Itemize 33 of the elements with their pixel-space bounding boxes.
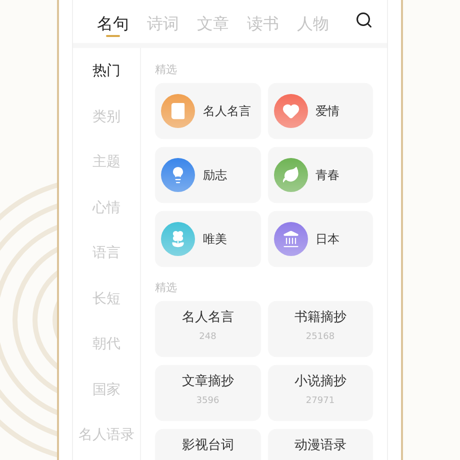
search-icon[interactable] — [355, 11, 373, 29]
category-card[interactable]: 爱情 — [268, 83, 373, 139]
collection-count: 27971 — [306, 395, 335, 407]
collection-card[interactable]: 文章摘抄 3596 — [155, 365, 260, 421]
collection-count: 25168 — [306, 331, 335, 343]
section-title: 精选 — [155, 63, 178, 77]
collection-title: 名人名言 — [182, 310, 234, 326]
collection-card[interactable]: 书籍摘抄 25168 — [268, 301, 373, 357]
category-label: 青春 — [316, 167, 340, 184]
category-label: 唯美 — [203, 231, 227, 248]
sidebar-item[interactable]: 热门 — [92, 61, 120, 106]
category-card[interactable]: 日本 — [268, 211, 373, 267]
collection-title: 文章摘抄 — [182, 374, 234, 390]
category-card[interactable]: 名人名言 — [155, 83, 260, 139]
category-card[interactable]: 青春 — [268, 147, 373, 203]
collection-count: 248 — [199, 331, 216, 343]
category-label: 爱情 — [316, 103, 340, 120]
collection-title: 影视台词 — [182, 438, 234, 454]
category-card[interactable]: 励志 — [155, 147, 260, 203]
category-label: 名人名言 — [203, 103, 251, 120]
collection-card[interactable]: 名人名言 248 — [155, 301, 260, 357]
collection-card[interactable]: 小说摘抄 27971 — [268, 365, 373, 421]
collection-count: 3596 — [196, 395, 220, 407]
collection-card[interactable]: 影视台词 — [155, 429, 260, 460]
collection-title: 小说摘抄 — [294, 374, 346, 390]
section-title: 精选 — [155, 281, 178, 295]
collection-title: 书籍摘抄 — [294, 310, 346, 326]
collection-title: 动漫语录 — [294, 438, 346, 454]
collection-card[interactable]: 动漫语录 — [268, 429, 373, 460]
category-card[interactable]: 唯美 — [155, 211, 260, 267]
category-label: 日本 — [316, 231, 340, 248]
nav-tab[interactable]: 名句 — [97, 9, 147, 39]
category-label: 励志 — [203, 167, 227, 184]
